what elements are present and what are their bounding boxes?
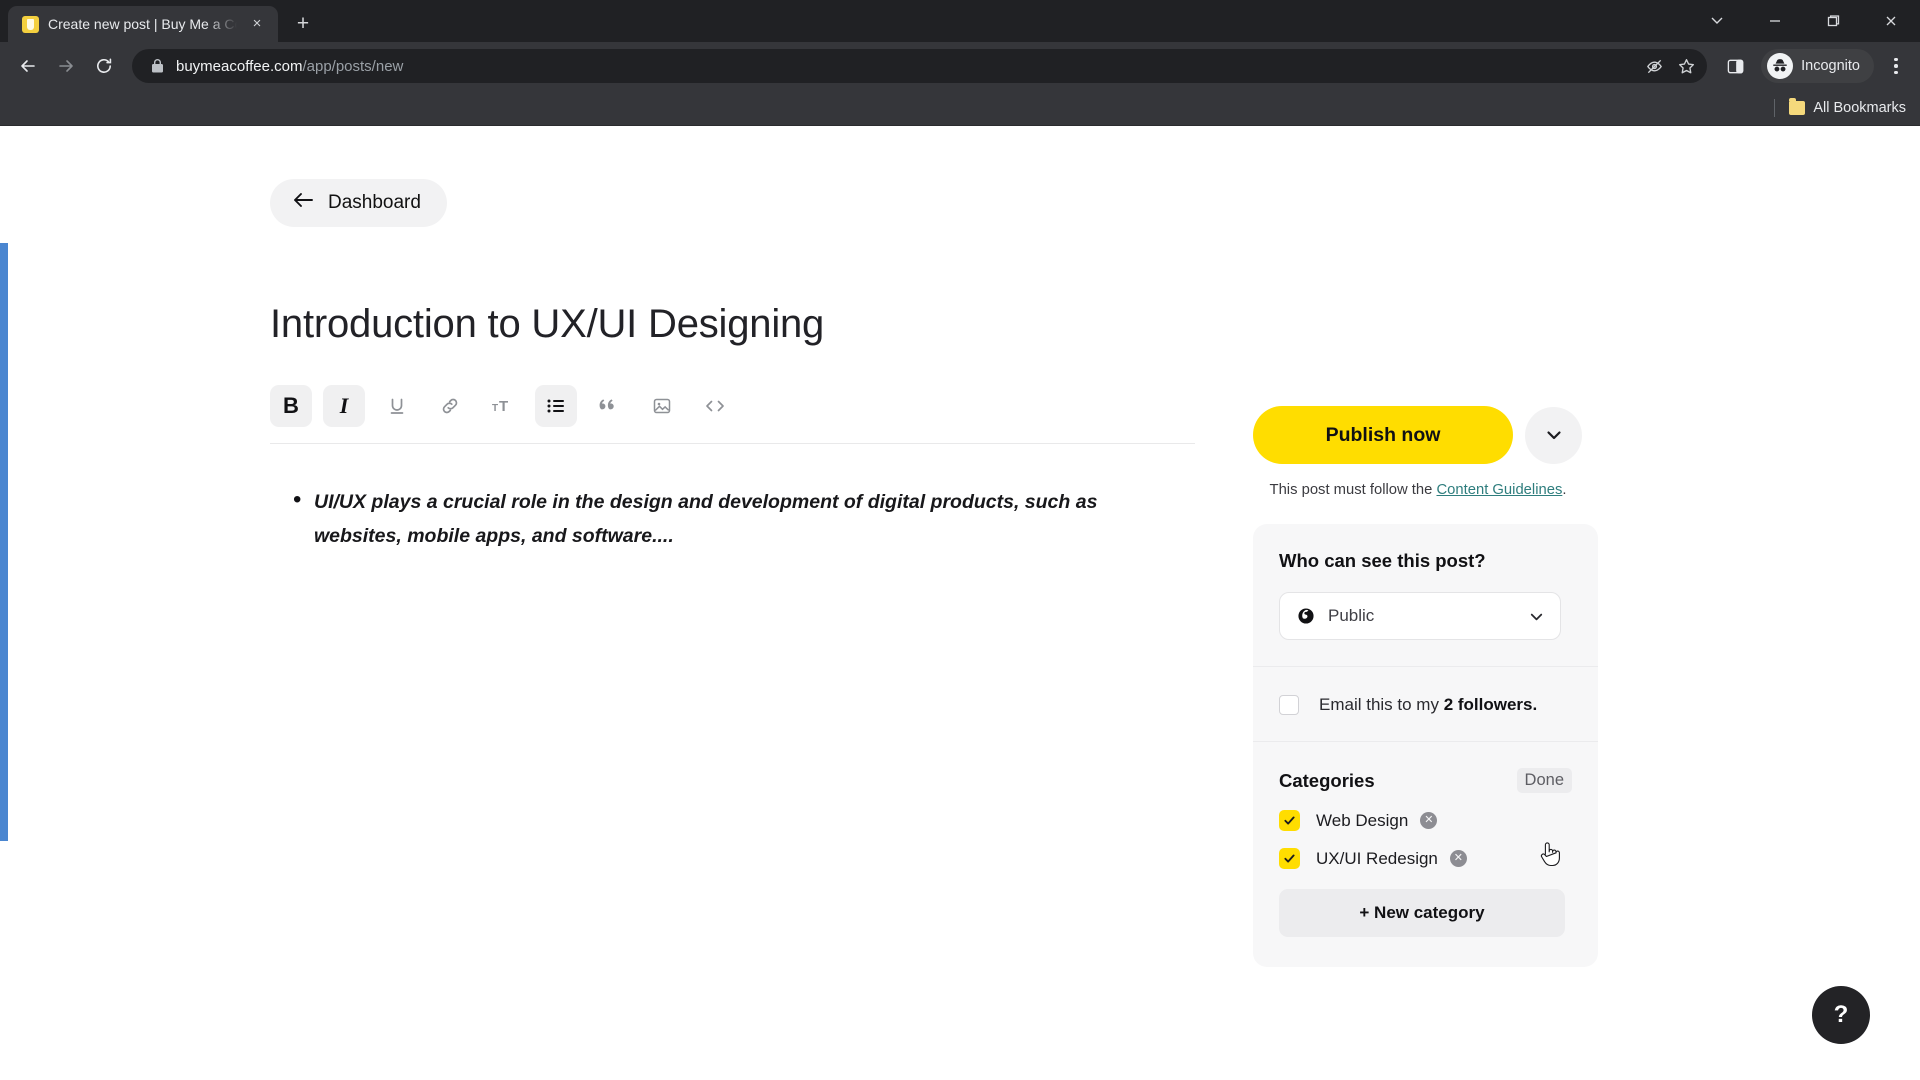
- globe-icon: [1296, 606, 1316, 626]
- side-panel-icon[interactable]: [1717, 48, 1753, 84]
- publish-row: Publish now: [1253, 406, 1598, 464]
- svg-text:T: T: [499, 398, 508, 415]
- italic-button[interactable]: I: [323, 385, 365, 427]
- bullet-list: UI/UX plays a crucial role in the design…: [290, 484, 1195, 553]
- close-icon[interactable]: [1862, 0, 1920, 42]
- guideline-prefix: This post must follow the: [1269, 482, 1437, 498]
- new-category-button[interactable]: + New category: [1279, 889, 1565, 937]
- bookmarks-bar: All Bookmarks: [0, 90, 1920, 126]
- category-row[interactable]: Web Design ✕: [1279, 810, 1572, 831]
- url-path: /app/posts/new: [302, 57, 404, 75]
- content-guidelines-note: This post must follow the Content Guidel…: [1253, 482, 1583, 498]
- top-nav: Dashboard: [270, 179, 447, 227]
- publish-settings-card: Who can see this post? Public Email this…: [1253, 524, 1598, 967]
- post-body-editor[interactable]: UI/UX plays a crucial role in the design…: [270, 484, 1195, 553]
- minimize-icon[interactable]: [1746, 0, 1804, 42]
- code-button[interactable]: [694, 385, 736, 427]
- categories-section: Categories Done Web Design ✕ UX/UI Redes…: [1279, 768, 1572, 937]
- remove-icon[interactable]: ✕: [1420, 812, 1438, 829]
- help-button[interactable]: ?: [1812, 986, 1870, 1044]
- mouse-cursor: [1537, 839, 1563, 869]
- url-text: buymeacoffee.com/app/posts/new: [166, 58, 1639, 75]
- email-followers-count: 2 followers.: [1443, 695, 1538, 714]
- toolbar-divider: [270, 443, 1195, 444]
- category-label: Web Design: [1316, 810, 1409, 830]
- visibility-select[interactable]: Public: [1279, 592, 1561, 640]
- omnibox-actions: [1639, 51, 1701, 81]
- visibility-value: Public: [1328, 606, 1375, 625]
- tab-search-icon[interactable]: [1688, 0, 1746, 42]
- category-checkbox[interactable]: [1279, 810, 1300, 831]
- three-dot-menu-icon[interactable]: [1880, 50, 1912, 82]
- body-paragraph: UI/UX plays a crucial role in the design…: [314, 491, 1098, 547]
- categories-heading: Categories: [1279, 769, 1375, 791]
- bold-button[interactable]: B: [270, 385, 312, 427]
- card-divider-2: [1253, 741, 1598, 742]
- formatting-toolbar: B I TT: [270, 385, 1195, 437]
- publish-now-button[interactable]: Publish now: [1253, 406, 1513, 464]
- chevron-down-icon: [1527, 607, 1546, 626]
- tab-title: Create new post | Buy Me a Coff: [48, 16, 237, 32]
- focus-indicator-bar: [0, 243, 8, 841]
- back-arrow-icon[interactable]: [10, 48, 46, 84]
- browser-toolbar: buymeacoffee.com/app/posts/new Incognito: [0, 42, 1920, 90]
- category-row[interactable]: UX/UI Redesign ✕: [1279, 848, 1572, 869]
- category-label: UX/UI Redesign: [1316, 848, 1438, 868]
- image-button[interactable]: [641, 385, 683, 427]
- incognito-icon: [1767, 53, 1794, 79]
- link-button[interactable]: [429, 385, 471, 427]
- eye-off-icon[interactable]: [1639, 51, 1669, 81]
- forward-arrow-icon[interactable]: [48, 48, 84, 84]
- all-bookmarks-label: All Bookmarks: [1813, 99, 1906, 116]
- maximize-icon[interactable]: [1804, 0, 1862, 42]
- category-checkbox[interactable]: [1279, 848, 1300, 869]
- heading-size-button[interactable]: TT: [482, 385, 524, 427]
- categories-header: Categories Done: [1279, 768, 1572, 793]
- close-icon[interactable]: ×: [246, 13, 268, 35]
- email-followers-label: Email this to my 2 followers.: [1319, 695, 1537, 715]
- dashboard-label: Dashboard: [328, 192, 421, 213]
- bullet-list-button[interactable]: [535, 385, 577, 427]
- publish-options-chevron-down-icon[interactable]: [1525, 406, 1582, 464]
- bookmarks-divider: [1774, 98, 1776, 117]
- remove-icon[interactable]: ✕: [1449, 850, 1467, 867]
- quote-button[interactable]: [588, 385, 630, 427]
- profile-label: Incognito: [1801, 58, 1860, 74]
- reload-icon[interactable]: [86, 48, 122, 84]
- list-item: UI/UX plays a crucial role in the design…: [290, 484, 1195, 553]
- arrow-left-icon: [292, 190, 314, 216]
- categories-done-button[interactable]: Done: [1516, 768, 1572, 793]
- url-host: buymeacoffee.com: [176, 57, 303, 75]
- browser-tab[interactable]: Create new post | Buy Me a Coff ×: [8, 6, 278, 42]
- page-content: Dashboard Introduction to UX/UI Designin…: [0, 126, 1920, 1080]
- dashboard-back-button[interactable]: Dashboard: [270, 179, 447, 227]
- browser-window: Create new post | Buy Me a Coff × + buym…: [0, 0, 1920, 1080]
- address-bar[interactable]: buymeacoffee.com/app/posts/new: [132, 49, 1708, 83]
- folder-icon: [1789, 97, 1806, 115]
- star-icon[interactable]: [1671, 51, 1701, 81]
- profile-chip[interactable]: Incognito: [1761, 49, 1874, 83]
- tab-strip: Create new post | Buy Me a Coff × +: [0, 0, 1920, 42]
- all-bookmarks-button[interactable]: All Bookmarks: [1789, 97, 1906, 116]
- post-title-input[interactable]: Introduction to UX/UI Designing: [270, 301, 1195, 347]
- email-followers-row[interactable]: Email this to my 2 followers.: [1279, 695, 1572, 715]
- underline-button[interactable]: [376, 385, 418, 427]
- email-text-prefix: Email this to my: [1319, 695, 1444, 714]
- guideline-suffix: .: [1562, 482, 1567, 498]
- card-divider-1: [1253, 666, 1598, 667]
- content-guidelines-link[interactable]: Content Guidelines: [1436, 482, 1562, 498]
- window-controls: [1688, 0, 1920, 42]
- svg-text:T: T: [492, 403, 498, 414]
- coffee-cup-icon: [22, 15, 39, 33]
- post-editor: Introduction to UX/UI Designing B I TT •…: [270, 301, 1195, 553]
- lock-icon: [148, 59, 166, 73]
- visibility-heading: Who can see this post?: [1279, 550, 1486, 571]
- new-tab-button[interactable]: +: [288, 9, 318, 39]
- publish-sidebar: Publish now This post must follow the Co…: [1253, 406, 1598, 967]
- email-followers-checkbox[interactable]: [1279, 695, 1299, 715]
